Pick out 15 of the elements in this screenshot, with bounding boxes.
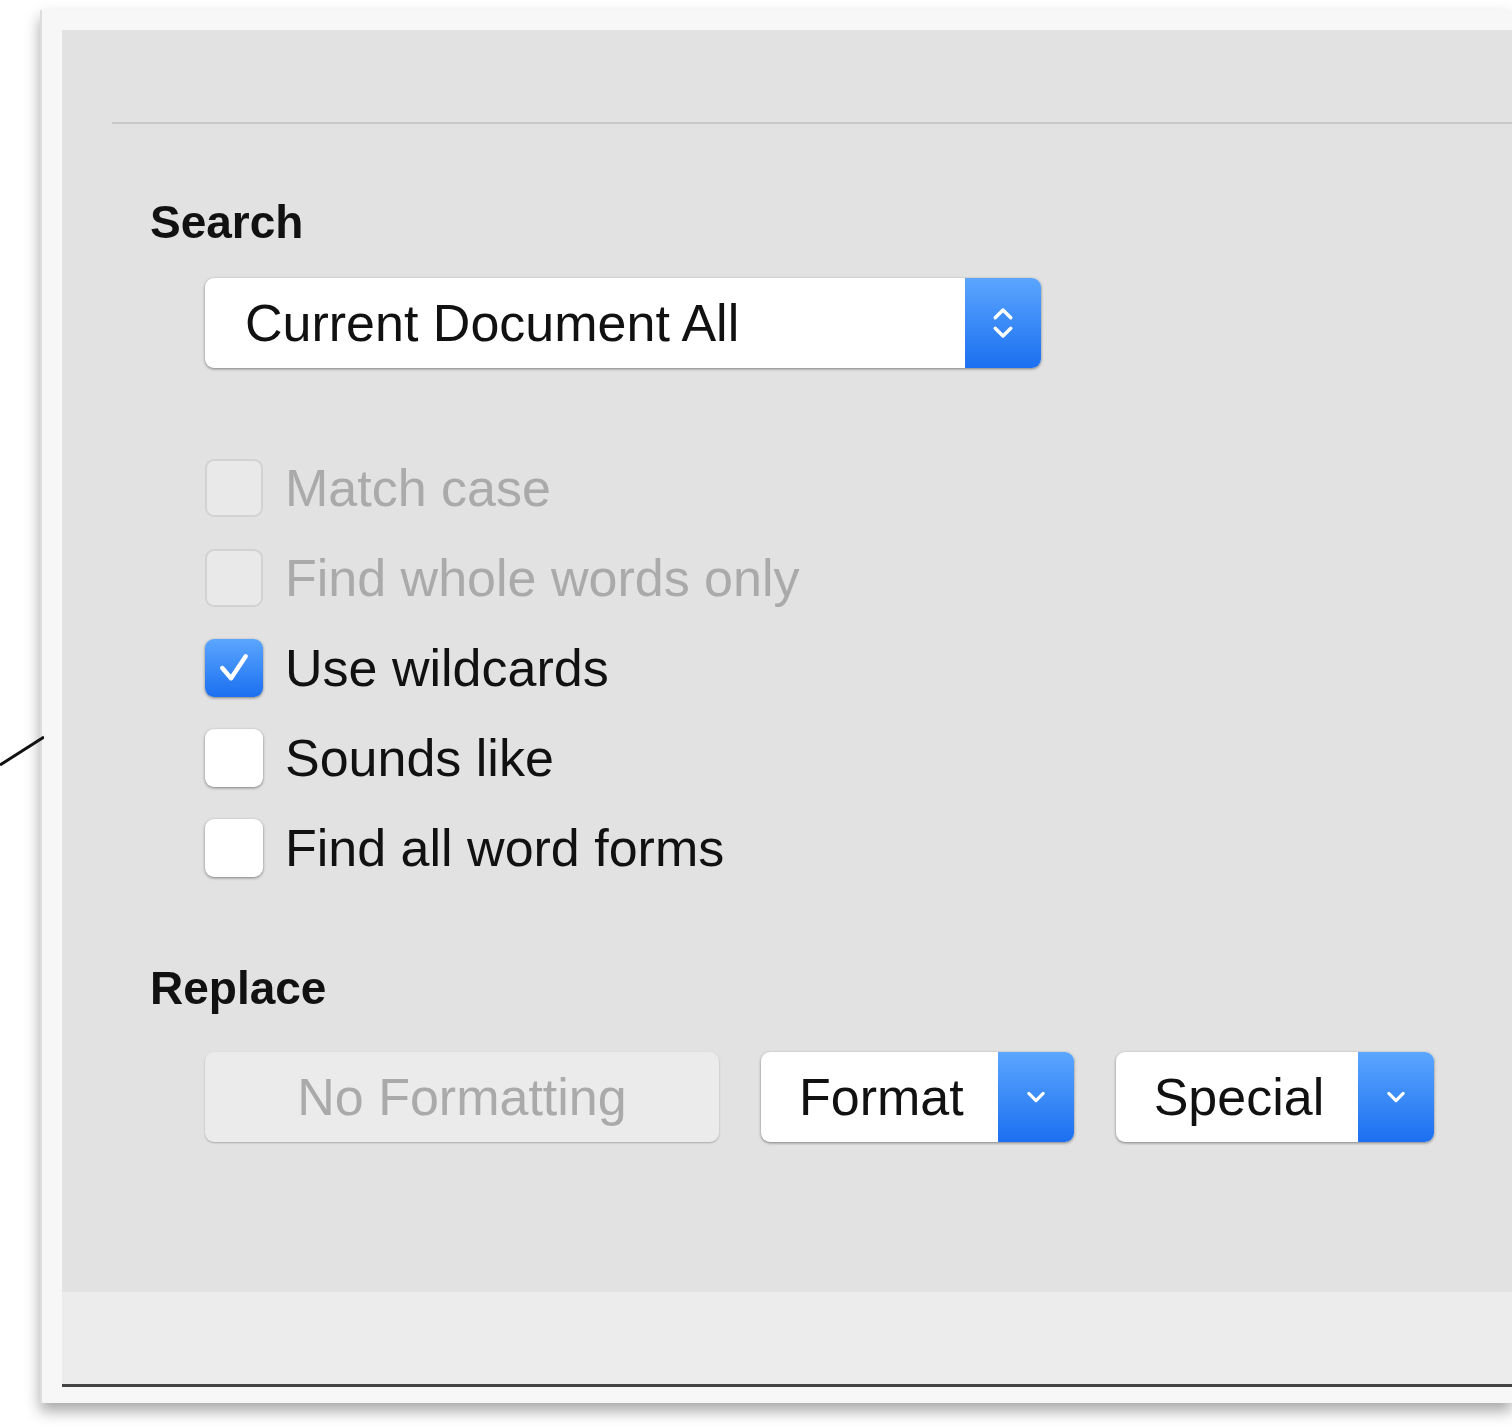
- leader-line: [0, 735, 44, 767]
- checkbox[interactable]: [205, 729, 263, 787]
- checkbox-label: Find all word forms: [285, 818, 725, 878]
- menu-button[interactable]: Format: [761, 1052, 1074, 1142]
- checkbox[interactable]: [205, 639, 263, 697]
- push-button: No Formatting: [205, 1052, 719, 1142]
- checkbox[interactable]: [205, 819, 263, 877]
- scope-dropdown[interactable]: Current Document All: [205, 278, 1041, 368]
- section-heading: Search: [150, 195, 304, 250]
- checkbox-label: Match case: [285, 458, 551, 518]
- section-heading: Replace: [150, 961, 327, 1016]
- checkbox-label: Use wildcards: [285, 638, 609, 698]
- menu-button[interactable]: Special: [1115, 1052, 1435, 1142]
- checkbox-label: Sounds like: [285, 728, 554, 788]
- checkbox-label: Find whole words only: [285, 548, 800, 608]
